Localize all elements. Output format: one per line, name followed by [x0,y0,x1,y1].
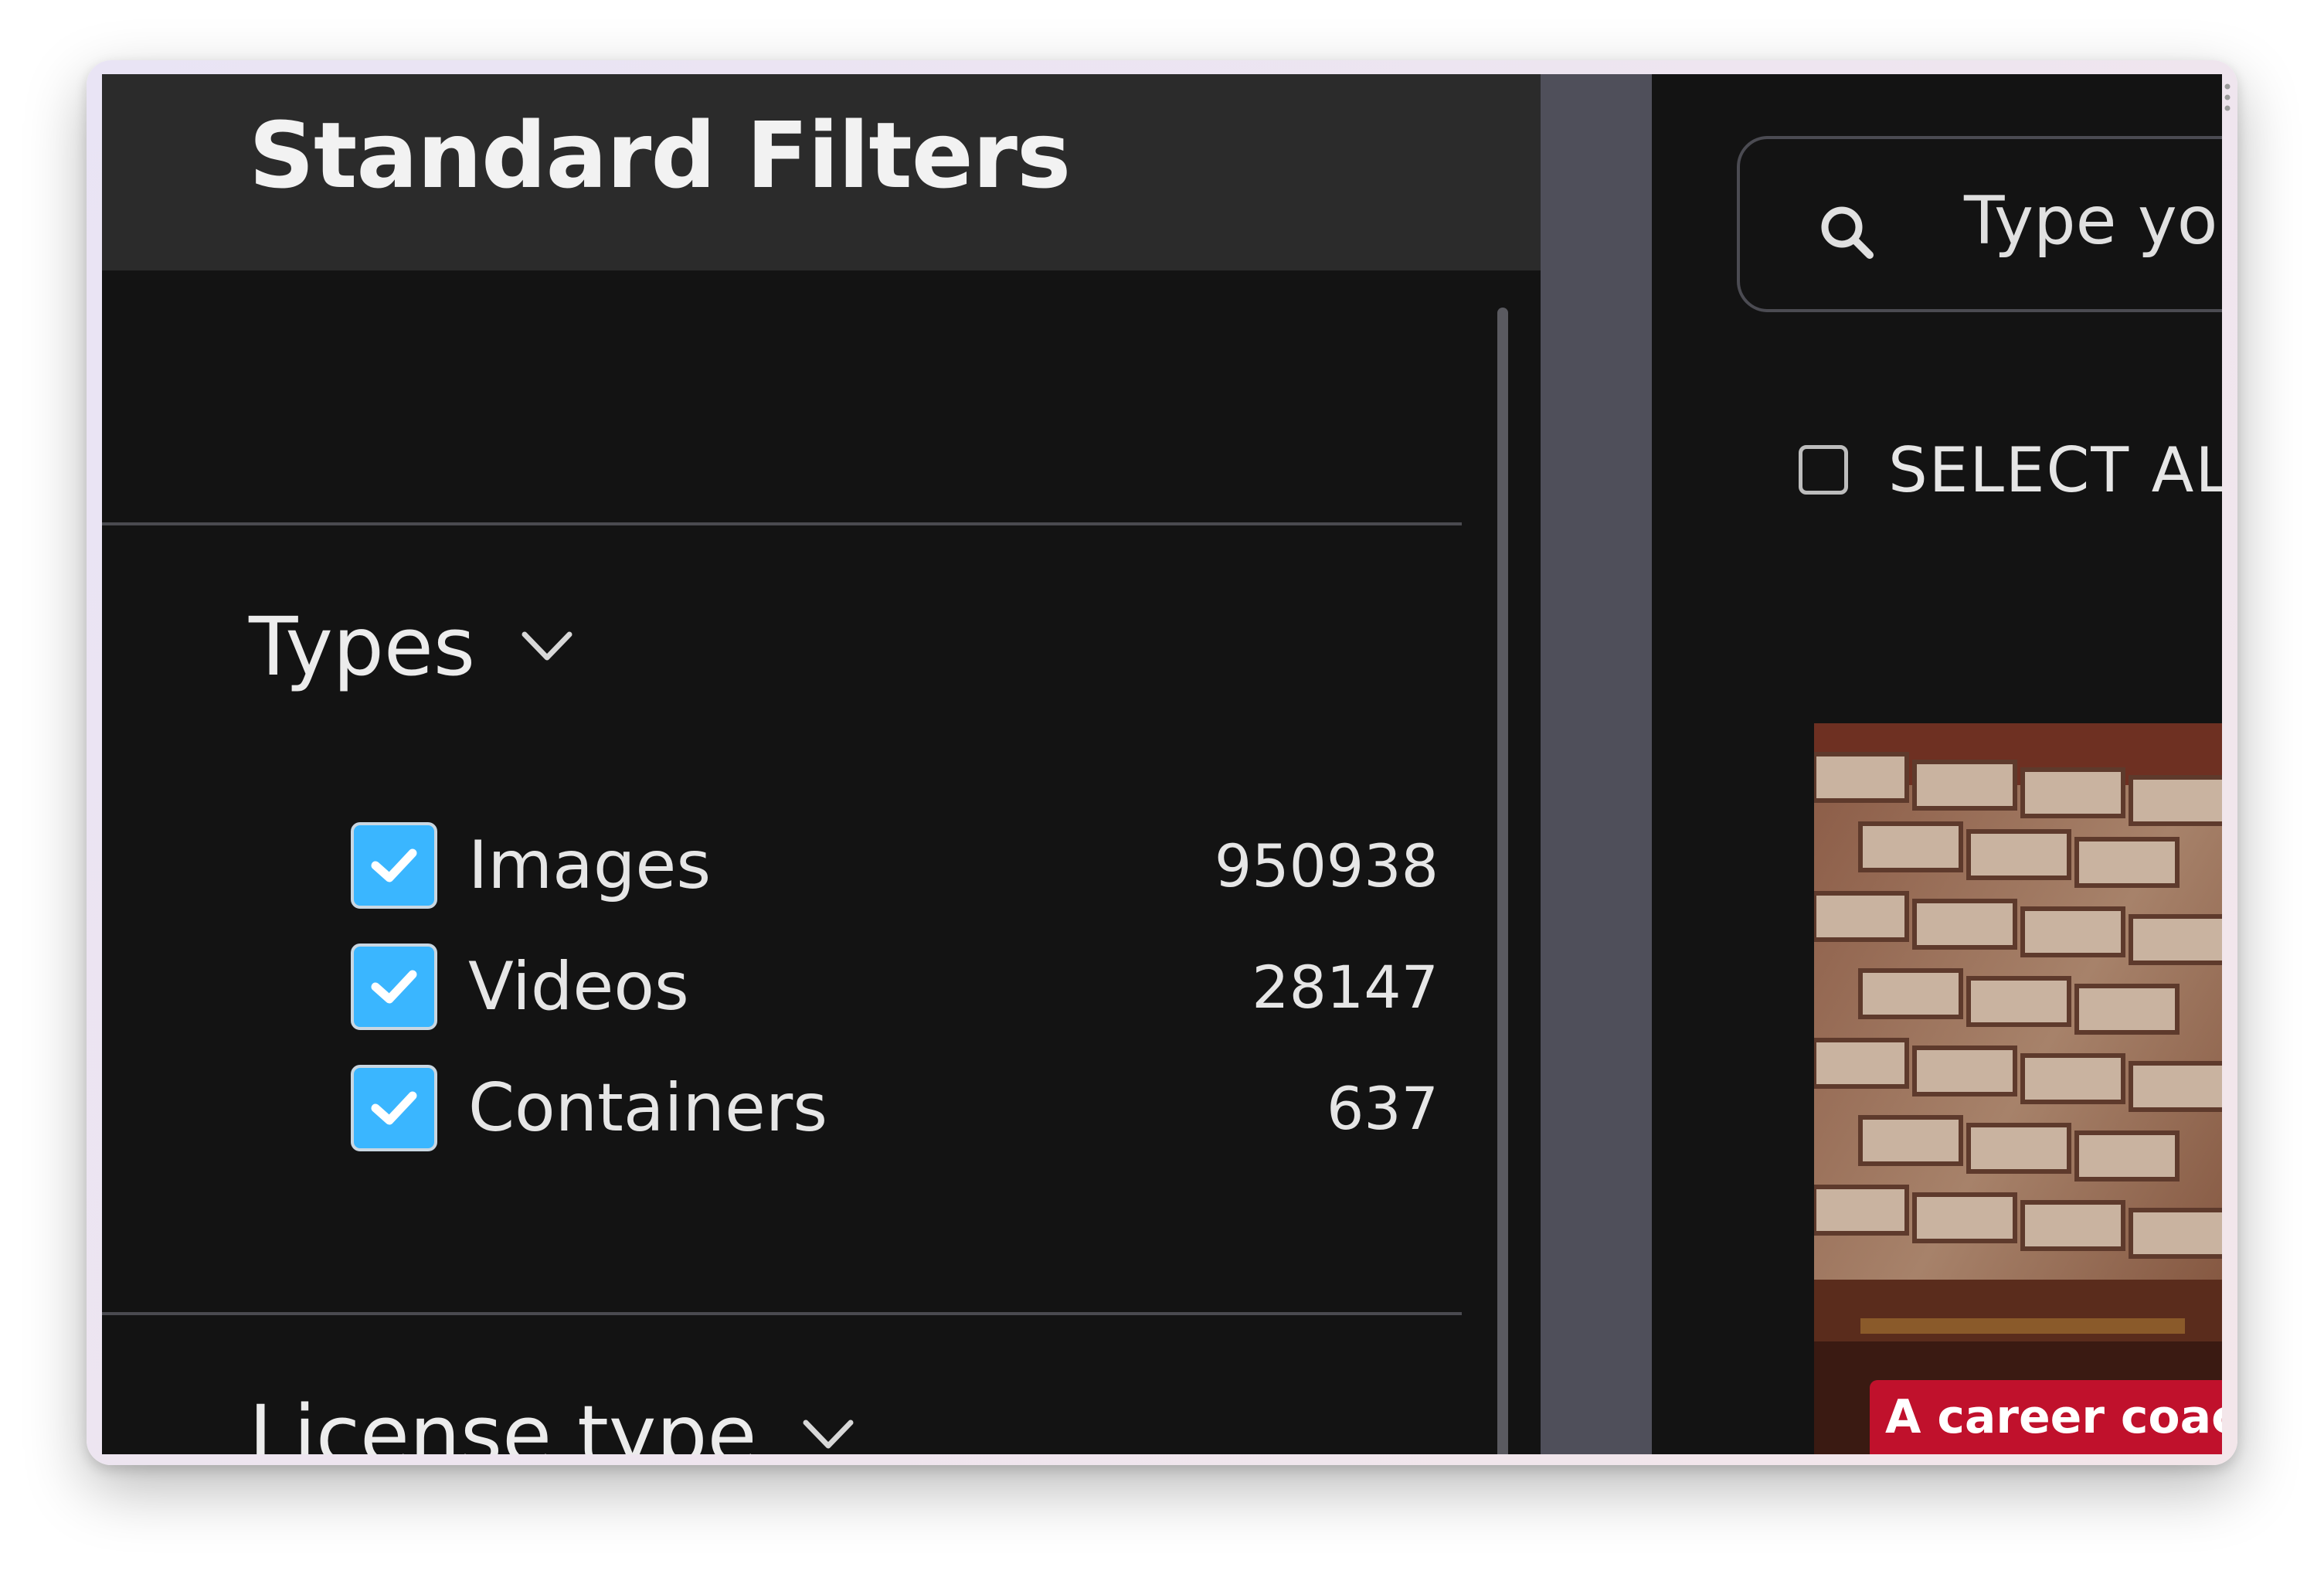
select-all-checkbox[interactable] [1799,445,1848,495]
select-all-label[interactable]: SELECT ALL [1888,434,2222,506]
filter-item-label: Images [468,827,712,904]
brick-wall-image [1814,723,2222,1454]
license-section-title: License type [249,1388,757,1454]
check-icon [371,848,417,882]
section-divider [102,1312,1462,1315]
check-icon [371,1091,417,1125]
filter-item-images[interactable]: Images 950938 [351,819,1439,912]
search-input[interactable]: Type you [1964,182,2222,260]
chevron-down-icon [803,1420,854,1449]
app-screen: Standard Filters Types Images 950938 Vid… [102,74,2222,1454]
filter-item-count: 637 [1326,1073,1439,1143]
chevron-down-icon [522,631,573,661]
filters-title: Standard Filters [249,102,1071,209]
filter-item-videos[interactable]: Videos 28147 [351,940,1439,1033]
filter-item-label: Containers [468,1069,828,1147]
panel-resize-gutter[interactable] [1541,74,1652,1454]
filter-item-count: 28147 [1252,952,1439,1022]
search-box[interactable]: Type you [1737,136,2222,312]
types-section-title: Types [249,600,476,694]
filters-header: Standard Filters [102,74,1541,270]
filters-scrollbar[interactable] [1497,308,1508,1454]
filter-item-containers[interactable]: Containers 637 [351,1062,1439,1154]
filter-item-label: Videos [468,948,689,1025]
app-window: Standard Filters Types Images 950938 Vid… [87,60,2237,1465]
checkbox-containers[interactable] [351,1065,437,1151]
section-divider [102,522,1462,525]
window-menu-dots-icon[interactable] [2224,82,2231,113]
checkbox-images[interactable] [351,822,437,909]
result-thumbnail[interactable]: A career coach s [1814,723,2222,1454]
filter-item-count: 950938 [1214,831,1439,900]
types-section-toggle[interactable]: Types [249,600,574,694]
search-icon [1821,206,1874,259]
thumbnail-caption: A career coach s [1870,1380,2222,1454]
license-section-toggle[interactable]: License type [249,1388,855,1454]
check-icon [371,970,417,1004]
checkbox-videos[interactable] [351,944,437,1030]
